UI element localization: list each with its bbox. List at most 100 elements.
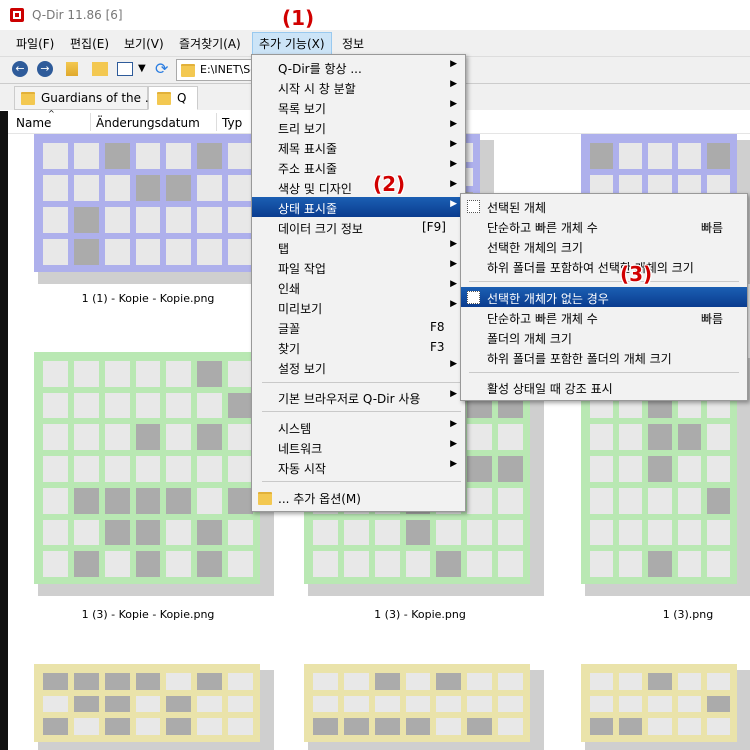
menu-item-data-size[interactable]: 데이터 크기 정보 [F9] bbox=[252, 217, 465, 237]
file-caption[interactable]: 1 (1) - Kopie - Kopie.png bbox=[68, 292, 228, 305]
menu-item-network[interactable]: 네트워크 ▶ bbox=[252, 437, 465, 457]
menu-item-find[interactable]: 찾기 F3 bbox=[252, 337, 465, 357]
menu-extras[interactable]: 추가 기능(X) bbox=[252, 32, 332, 55]
file-thumbnail[interactable] bbox=[573, 664, 750, 750]
pixel-cell bbox=[590, 487, 614, 514]
file-thumbnail[interactable] bbox=[26, 352, 276, 596]
submenu-item-fast-count[interactable]: 단순하고 빠른 개체 수 빠름 bbox=[461, 216, 747, 236]
submenu-arrow-icon: ▶ bbox=[450, 139, 457, 149]
pixel-cell bbox=[374, 718, 400, 735]
menu-item-always[interactable]: Q-Dir를 항상 ... ▶ bbox=[252, 57, 465, 77]
menu-item-default-browser[interactable]: 기본 브라우저로 Q-Dir 사용 ▶ bbox=[252, 387, 465, 407]
forward-icon[interactable]: → bbox=[37, 61, 53, 77]
menu-item-preview[interactable]: 미리보기 ▶ bbox=[252, 297, 465, 317]
pixel-cell bbox=[135, 361, 161, 387]
pixel-cell bbox=[166, 239, 192, 265]
pixel-cell bbox=[498, 487, 523, 514]
submenu-item-selected-size[interactable]: 선택한 개체의 크기 bbox=[461, 236, 747, 256]
menu-item-label: 선택된 개체 bbox=[487, 201, 547, 215]
up-folder-icon[interactable] bbox=[66, 62, 78, 76]
menu-item-title-bar[interactable]: 제목 표시줄 ▶ bbox=[252, 137, 465, 157]
submenu-item-folder-size-sub[interactable]: 하위 폴더를 포함한 폴더의 개체 크기 bbox=[461, 347, 747, 367]
submenu-arrow-icon: ▶ bbox=[450, 59, 457, 69]
view-mode-icon[interactable] bbox=[117, 62, 133, 76]
tab-q[interactable]: Q bbox=[148, 86, 198, 110]
pixel-cell bbox=[677, 718, 701, 735]
file-thumbnail[interactable] bbox=[26, 664, 276, 750]
refresh-icon[interactable]: ⟳ bbox=[155, 59, 168, 78]
column-separator[interactable] bbox=[90, 113, 91, 131]
column-date[interactable]: Änderungsdatum bbox=[96, 116, 200, 130]
menu-item-colors[interactable]: 색상 및 디자인 ▶ bbox=[252, 177, 465, 197]
new-folder-icon[interactable] bbox=[92, 62, 108, 76]
menu-item-label: 기본 브라우저로 Q-Dir 사용 bbox=[278, 392, 421, 406]
menu-item-status-bar[interactable]: 상태 표시줄 ▶ bbox=[252, 197, 465, 217]
file-caption[interactable]: 1 (3) - Kopie.png bbox=[340, 608, 500, 621]
menu-file[interactable]: 파일(F) bbox=[16, 35, 54, 52]
menu-item-label: 시작 시 창 분할 bbox=[278, 82, 356, 96]
pixel-cell bbox=[197, 207, 223, 233]
submenu-arrow-icon: ▶ bbox=[450, 299, 457, 309]
pixel-cell bbox=[619, 718, 643, 735]
submenu-item-fast-count-2[interactable]: 단순하고 빠른 개체 수 빠름 bbox=[461, 307, 747, 327]
file-caption[interactable]: 1 (3).png bbox=[608, 608, 750, 621]
pixel-cell bbox=[467, 487, 493, 514]
menu-separator bbox=[469, 281, 739, 282]
menu-item-label: 폴더의 개체 크기 bbox=[487, 332, 572, 346]
column-separator[interactable] bbox=[216, 113, 217, 131]
file-thumbnail[interactable] bbox=[26, 134, 276, 284]
pixel-cell bbox=[343, 695, 369, 713]
column-name[interactable]: Name bbox=[16, 116, 51, 130]
menu-item-tree-view[interactable]: 트리 보기 ▶ bbox=[252, 117, 465, 137]
thumbnail-image bbox=[34, 352, 260, 584]
submenu-arrow-icon: ▶ bbox=[450, 419, 457, 429]
column-type[interactable]: Typ bbox=[222, 116, 242, 130]
menu-item-file-ops[interactable]: 파일 작업 ▶ bbox=[252, 257, 465, 277]
pixel-cell bbox=[73, 143, 99, 169]
file-thumbnail[interactable] bbox=[296, 664, 546, 750]
menu-item-settings-view[interactable]: 설정 보기 ▶ bbox=[252, 357, 465, 377]
pixel-cell bbox=[135, 143, 161, 169]
file-caption[interactable]: 1 (3) - Kopie - Kopie.png bbox=[68, 608, 228, 621]
pixel-cell bbox=[498, 718, 523, 735]
pixel-cell bbox=[43, 519, 68, 546]
submenu-arrow-icon: ▶ bbox=[450, 239, 457, 249]
pixel-cell bbox=[135, 175, 161, 201]
pixel-cell bbox=[405, 718, 431, 735]
submenu-item-selected[interactable]: 선택된 개체 bbox=[461, 196, 747, 216]
pixel-cell bbox=[590, 695, 614, 713]
menu-item-font[interactable]: 글꼴 F8 bbox=[252, 317, 465, 337]
menu-favorites[interactable]: 즐겨찾기(A) bbox=[179, 35, 241, 52]
sort-up-icon: ^ bbox=[48, 109, 55, 118]
pixel-cell bbox=[197, 673, 223, 690]
pixel-cell bbox=[73, 551, 99, 577]
pixel-cell bbox=[313, 695, 338, 713]
back-icon[interactable]: ← bbox=[12, 61, 28, 77]
tab-guardians[interactable]: Guardians of the ... bbox=[14, 86, 156, 110]
menu-view[interactable]: 보기(V) bbox=[124, 35, 164, 52]
pixel-cell bbox=[228, 695, 253, 713]
menu-item-split[interactable]: 시작 시 창 분할 ▶ bbox=[252, 77, 465, 97]
menu-shortcut: 빠름 bbox=[701, 221, 724, 235]
menu-item-address-bar[interactable]: 주소 표시줄 ▶ bbox=[252, 157, 465, 177]
menu-item-system[interactable]: 시스템 ▶ bbox=[252, 417, 465, 437]
pixel-cell bbox=[135, 487, 161, 514]
pixel-cell bbox=[197, 695, 223, 713]
menu-item-more-options[interactable]: ... 추가 옵션(M) bbox=[252, 487, 465, 507]
submenu-item-no-selection[interactable]: 선택한 개체가 없는 경우 bbox=[461, 287, 747, 307]
pixel-cell bbox=[197, 424, 223, 451]
submenu-arrow-icon: ▶ bbox=[450, 459, 457, 469]
submenu-item-highlight-active[interactable]: 활성 상태일 때 강조 표시 bbox=[461, 377, 747, 397]
menu-item-print[interactable]: 인쇄 ▶ bbox=[252, 277, 465, 297]
menu-item-label: 선택한 개체가 없는 경우 bbox=[487, 292, 609, 306]
dropdown-arrow-icon[interactable]: ▼ bbox=[138, 63, 146, 74]
pixel-cell bbox=[166, 718, 192, 735]
submenu-item-selected-size-sub[interactable]: 하위 폴더를 포함하여 선택한 개체의 크기 bbox=[461, 256, 747, 276]
submenu-item-folder-size[interactable]: 폴더의 개체 크기 bbox=[461, 327, 747, 347]
menu-shortcut: [F9] bbox=[422, 220, 446, 234]
menu-item-autostart[interactable]: 자동 시작 ▶ bbox=[252, 457, 465, 477]
menu-item-list-view[interactable]: 목록 보기 ▶ bbox=[252, 97, 465, 117]
menu-item-tabs[interactable]: 탭 ▶ bbox=[252, 237, 465, 257]
menu-info[interactable]: 정보 bbox=[342, 35, 364, 52]
menu-edit[interactable]: 편집(E) bbox=[70, 35, 109, 52]
